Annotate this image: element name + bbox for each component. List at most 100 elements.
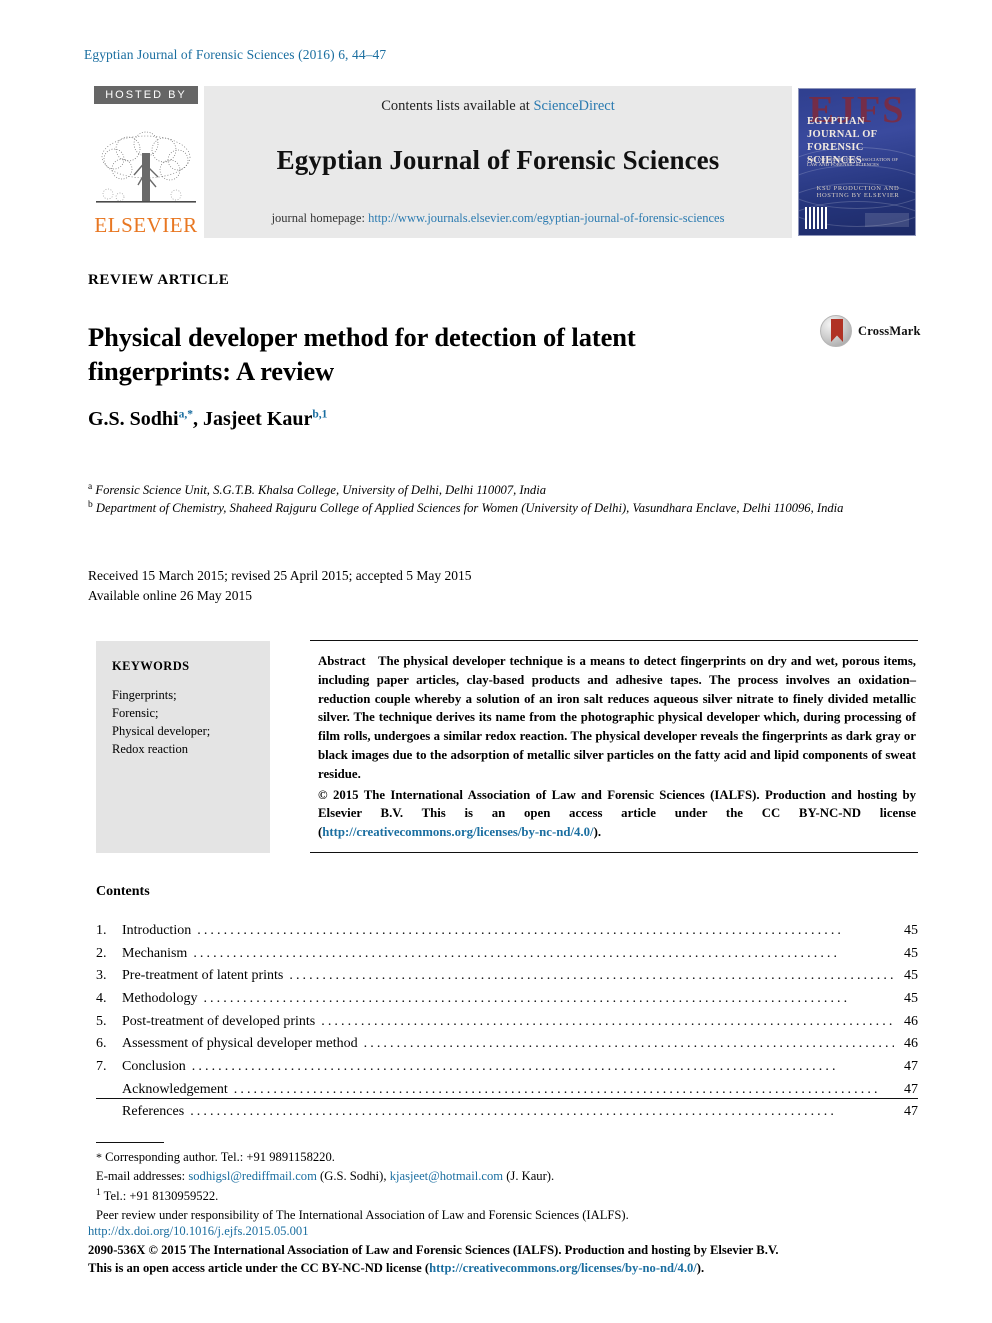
toc-leader-dots: ........................................… bbox=[191, 1059, 839, 1075]
toc-leader-dots: ........................................… bbox=[321, 1013, 894, 1029]
elsevier-tree-icon bbox=[94, 104, 198, 215]
toc-label[interactable]: Conclusion bbox=[122, 1056, 190, 1079]
crossmark-badge[interactable]: CrossMark bbox=[820, 313, 920, 349]
abstract-copyright-tail: ). bbox=[593, 825, 602, 840]
journal-banner: HOSTED BY ELSEVIER Contents lists availa… bbox=[88, 86, 916, 238]
journal-homepage-line: journal homepage: http://www.journals.el… bbox=[204, 211, 792, 226]
toc-page-number: 45 bbox=[904, 945, 918, 961]
received-line: Received 15 March 2015; revised 25 April… bbox=[88, 568, 472, 583]
toc-page-number: 47 bbox=[904, 1104, 918, 1120]
cover-elsevier-mark bbox=[865, 213, 909, 227]
toc-page-number: 46 bbox=[904, 1036, 918, 1052]
author-marks-2[interactable]: b,1 bbox=[312, 408, 327, 420]
crossmark-icon bbox=[820, 315, 852, 347]
toc-label[interactable]: Introduction bbox=[122, 920, 195, 943]
toc-leader-dots: ........................................… bbox=[197, 923, 845, 938]
article-history: Received 15 March 2015; revised 25 April… bbox=[88, 566, 472, 607]
abstract-block: Abstract The physical developer techniqu… bbox=[318, 652, 916, 842]
article-first-page: Egyptian Journal of Forensic Sciences (2… bbox=[0, 0, 992, 1323]
toc-label[interactable]: Pre-treatment of latent prints bbox=[122, 965, 287, 988]
footnote-block: * Corresponding author. Tel.: +91 989115… bbox=[96, 1148, 886, 1225]
license-link[interactable]: http://creativecommons.org/licenses/by-n… bbox=[429, 1261, 697, 1275]
article-type-label: REVIEW ARTICLE bbox=[88, 272, 230, 288]
abstract-rule-bottom bbox=[310, 852, 918, 853]
toc-number: 3. bbox=[96, 968, 107, 984]
sciencedirect-link[interactable]: ScienceDirect bbox=[533, 98, 614, 114]
license-prefix: This is an open access article under the… bbox=[88, 1261, 430, 1276]
toc-leader-dots: ........................................… bbox=[289, 968, 894, 984]
author-list: G.S. Sodhia,*, Jasjeet Kaurb,1 bbox=[88, 408, 328, 430]
keyword-item: Forensic; bbox=[112, 706, 159, 721]
keyword-item: Physical developer; bbox=[112, 724, 211, 739]
available-online-line: Available online 26 May 2015 bbox=[88, 588, 252, 604]
hosted-by-badge: HOSTED BY bbox=[94, 86, 198, 104]
toc-number: 1. bbox=[96, 923, 107, 938]
journal-title: Egyptian Journal of Forensic Sciences bbox=[276, 145, 720, 175]
toc-row[interactable]: References .............................… bbox=[96, 1101, 918, 1124]
toc-row[interactable]: 6. Assessment of physical developer meth… bbox=[96, 1033, 918, 1056]
toc-label[interactable]: Post-treatment of developed prints bbox=[122, 1011, 319, 1034]
toc-page-number: 47 bbox=[904, 1059, 918, 1075]
toc-number: 5. bbox=[96, 1013, 107, 1029]
toc-number: 6. bbox=[96, 1036, 107, 1052]
toc-label[interactable]: References bbox=[122, 1101, 188, 1124]
email-link-1[interactable]: sodhigsl@rediffmail.com bbox=[188, 1169, 317, 1183]
footnote-emails: E-mail addresses: sodhigsl@rediffmail.co… bbox=[96, 1167, 886, 1186]
crossmark-label: CrossMark bbox=[858, 323, 921, 338]
toc-label[interactable]: Mechanism bbox=[122, 943, 191, 966]
abstract-copyright: © 2015 The International Association of … bbox=[318, 786, 916, 842]
toc-number: 7. bbox=[96, 1059, 107, 1075]
toc-leader-dots: ........................................… bbox=[363, 1036, 894, 1052]
email-link-2[interactable]: kjasjeet@hotmail.com bbox=[390, 1169, 503, 1183]
doi-link[interactable]: http://dx.doi.org/10.1016/j.ejfs.2015.05… bbox=[88, 1224, 309, 1238]
email-label: E-mail addresses: bbox=[96, 1168, 186, 1183]
contents-heading: Contents bbox=[96, 884, 150, 899]
toc-row[interactable]: 7. Conclusion ..........................… bbox=[96, 1056, 918, 1079]
toc-label[interactable]: Methodology bbox=[122, 988, 201, 1011]
affiliation-mark-a: a bbox=[88, 482, 93, 492]
sciencedirect-line: Contents lists available at ScienceDirec… bbox=[381, 98, 615, 115]
footnote-tel: 1 Tel.: +91 8130959522. bbox=[96, 1186, 886, 1206]
license-tail: ). bbox=[696, 1261, 705, 1276]
affiliation-text-b: Department of Chemistry, Shaheed Rajguru… bbox=[95, 501, 844, 516]
keywords-heading: KEYWORDS bbox=[112, 659, 190, 673]
footnote-corresponding: * Corresponding author. Tel.: +91 989115… bbox=[96, 1148, 886, 1167]
toc-row[interactable]: 5. Post-treatment of developed prints ..… bbox=[96, 1011, 918, 1034]
affiliation-list: a Forensic Science Unit, S.G.T.B. Khalsa… bbox=[88, 481, 898, 518]
homepage-prefix-text: journal homepage: bbox=[271, 211, 369, 225]
footnote-tel-mark: 1 bbox=[96, 1187, 101, 1198]
toc-leader-dots: ........................................… bbox=[190, 1104, 837, 1120]
email-owner-2: (J. Kaur). bbox=[506, 1168, 555, 1183]
toc-row[interactable]: 1. Introduction ........................… bbox=[96, 920, 918, 943]
toc-page-number: 45 bbox=[904, 991, 918, 1007]
toc-page-number: 46 bbox=[904, 1013, 918, 1029]
affiliation-a: a Forensic Science Unit, S.G.T.B. Khalsa… bbox=[88, 481, 898, 499]
journal-cover-image: EJFS EGYPTIAN JOURNAL OF FORENSIC SCIENC… bbox=[798, 88, 916, 236]
publication-footer: http://dx.doi.org/10.1016/j.ejfs.2015.05… bbox=[88, 1222, 888, 1278]
toc-label[interactable]: Assessment of physical developer method bbox=[122, 1033, 362, 1056]
journal-cover-wrap: EJFS EGYPTIAN JOURNAL OF FORENSIC SCIENC… bbox=[792, 86, 916, 238]
page-title: Physical developer method for detection … bbox=[88, 321, 636, 386]
author-marks-1[interactable]: a,* bbox=[179, 408, 193, 420]
affiliation-mark-b: b bbox=[88, 500, 93, 511]
keyword-item: Fingerprints; bbox=[112, 688, 177, 702]
toc-leader-dots: ........................................… bbox=[193, 945, 841, 961]
toc-page-number: 45 bbox=[904, 968, 918, 984]
toc-leader-dots: ........................................… bbox=[203, 991, 851, 1007]
doi-line[interactable]: http://dx.doi.org/10.1016/j.ejfs.2015.05… bbox=[88, 1222, 888, 1241]
issn-copyright-line: 2090-536X © 2015 The International Assoc… bbox=[88, 1242, 779, 1257]
abstract-body: The physical developer technique is a me… bbox=[318, 654, 916, 781]
abstract-license-link[interactable]: http://creativecommons.org/licenses/by-n… bbox=[322, 825, 593, 839]
toc-row[interactable]: 2. Mechanism ...........................… bbox=[96, 943, 918, 966]
cover-qr-icon bbox=[805, 207, 827, 229]
license-line: This is an open access article under the… bbox=[88, 1259, 888, 1278]
affiliation-text-a: Forensic Science Unit, S.G.T.B. Khalsa C… bbox=[95, 483, 546, 498]
toc-row[interactable]: 4. Methodology .........................… bbox=[96, 988, 918, 1011]
toc-page-number: 45 bbox=[904, 923, 918, 938]
journal-homepage-link[interactable]: http://www.journals.elsevier.com/egyptia… bbox=[368, 211, 724, 225]
asterisk-icon: * bbox=[96, 1150, 102, 1164]
abstract-rule-top bbox=[310, 640, 918, 641]
contents-prefix-text: Contents lists available at bbox=[381, 98, 534, 114]
toc-row[interactable]: 3. Pre-treatment of latent prints ......… bbox=[96, 965, 918, 988]
table-of-contents: 1. Introduction ........................… bbox=[96, 920, 918, 1124]
